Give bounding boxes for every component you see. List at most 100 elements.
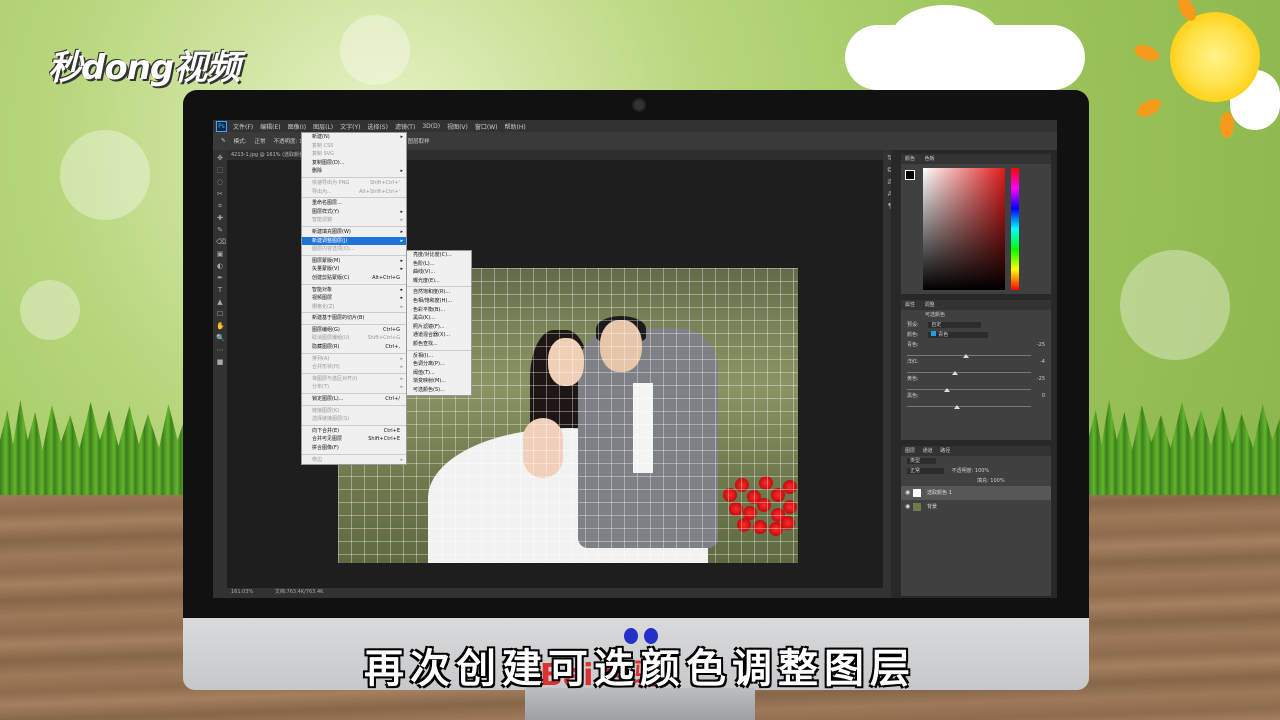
tab-properties[interactable]: 属性 [905,302,915,308]
tab-layers[interactable]: 图层 [905,448,915,454]
adjustment-menu-item[interactable]: 通道混合器(X)... [407,331,471,340]
slider-value[interactable]: -4 [1040,357,1045,367]
layer-menu-item[interactable]: 分布(T) ▸ [302,383,406,392]
adjustment-menu-item[interactable]: 照片滤镜(F)... [407,323,471,332]
layer-menu-item[interactable]: 合并可见图层 Shift+Ctrl+E [302,435,406,444]
tool-17-icon[interactable]: ■ [216,358,224,366]
layer-menu-item[interactable]: 导出为... Alt+Shift+Ctrl+' [302,188,406,197]
layer-menu-item[interactable]: 拼合图像(F) [302,444,406,453]
slider-track[interactable] [907,354,1031,358]
option-1[interactable]: 正常 [254,137,265,145]
menu-5[interactable]: 选择(S) [367,122,388,131]
menu-1[interactable]: 编辑(E) [260,122,280,131]
layer-kind-select[interactable]: 类型 [907,458,937,464]
tool-10-icon[interactable]: ✒ [216,274,224,282]
color-picker-field[interactable] [923,168,1005,290]
menu-2[interactable]: 图像(I) [288,122,306,131]
menu-4[interactable]: 文字(Y) [340,122,360,131]
layer-menu-item[interactable]: 智能滤镜 ▸ [302,216,406,225]
tool-6-icon[interactable]: ✎ [216,226,224,234]
preset-select[interactable]: 自定 [928,322,982,328]
tool-3-icon[interactable]: ✂ [216,190,224,198]
brush-tool-icon[interactable]: ✎ [221,138,226,144]
tool-9-icon[interactable]: ◐ [216,262,224,270]
menu-3[interactable]: 图层(L) [313,122,333,131]
layer-menu-item[interactable]: 复制 SVG [302,150,406,159]
slider-value[interactable]: 0 [1042,391,1045,401]
layer-menu-item[interactable]: 重命名图层... [302,199,406,208]
layer-menu-item[interactable]: 链接图层(K) [302,407,406,416]
hue-slider[interactable] [1011,168,1019,290]
layer-menu-item[interactable]: 排列(A) ▸ [302,355,406,364]
layer-menu-item[interactable]: 视频图层 ▸ [302,294,406,303]
adjustment-menu-item[interactable]: 渐变映射(M)... [407,377,471,386]
layer-menu-item[interactable]: 创建剪贴蒙版(C) Alt+Ctrl+G [302,274,406,283]
tool-11-icon[interactable]: T [216,286,224,294]
menu-0[interactable]: 文件(F) [233,122,253,131]
slider-track[interactable] [907,388,1031,392]
layer-row[interactable]: ◉ 背景 [901,500,1051,514]
foreground-swatch[interactable] [905,170,915,180]
layer-menu-item[interactable]: 合并形状(H) ▸ [302,363,406,372]
layer-menu-item[interactable]: 隐藏图层(R) Ctrl+, [302,343,406,352]
blend-mode-select[interactable]: 正常 [907,468,945,474]
layer-menu-item[interactable]: 栅格化(Z) ▸ [302,303,406,312]
layer-menu-item[interactable]: 新建(N) ▸ [302,133,406,142]
layer-menu-item[interactable]: 复制图层(D)... [302,159,406,168]
layer-menu-item[interactable]: 删除 ▸ [302,167,406,176]
visibility-eye-icon[interactable]: ◉ [905,486,910,500]
layer-menu-item[interactable]: 选择链接图层(S) [302,415,406,424]
tool-13-icon[interactable]: ☐ [216,310,224,318]
adjustment-menu-item[interactable]: 色阶(L)... [407,260,471,269]
layer-menu-item[interactable]: 图层内容选项(O)... [302,245,406,254]
adjustment-menu-item[interactable]: 反相(I)... [407,352,471,361]
tab-paths[interactable]: 路径 [940,448,950,454]
adjustment-menu-item[interactable]: 自然饱和度(R)... [407,288,471,297]
tool-14-icon[interactable]: ✋ [216,322,225,330]
fill-field[interactable]: 填充: 100% [977,478,1005,484]
layer-menu-item[interactable]: 图层样式(Y) ▸ [302,208,406,217]
tab-color[interactable]: 颜色 [905,156,915,162]
tool-16-icon[interactable]: ⋯ [216,346,224,354]
layer-menu-item[interactable]: 取消图层编组(U) Shift+Ctrl+G [302,334,406,343]
adjustment-menu-item[interactable]: 黑白(K)... [407,314,471,323]
layer-menu-item[interactable]: 图层蒙版(M) ▸ [302,257,406,266]
visibility-eye-icon[interactable]: ◉ [905,500,910,514]
menu-10[interactable]: 帮助(H) [505,122,526,131]
tab-adjustments[interactable]: 调整 [925,302,935,308]
adjustment-menu-item[interactable]: 色调分离(P)... [407,360,471,369]
slider-knob[interactable] [954,405,961,409]
slider-track[interactable] [907,405,1031,409]
layer-menu-item[interactable]: 智能对象 ▸ [302,286,406,295]
slider-value[interactable]: -25 [1037,374,1045,384]
tool-8-icon[interactable]: ▣ [216,250,224,258]
tool-0-icon[interactable]: ✥ [216,154,224,162]
layer-menu-item[interactable]: 快速导出为 PNG Shift+Ctrl+' [302,179,406,188]
opacity-field[interactable]: 不透明度: 100% [952,468,990,474]
layer-menu-item[interactable]: 矢量蒙版(V) ▸ [302,265,406,274]
adjustment-menu-item[interactable]: 曝光度(E)... [407,277,471,286]
slider-value[interactable]: -25 [1037,340,1045,350]
menu-8[interactable]: 视图(V) [447,122,468,131]
adjustment-menu-item[interactable]: 亮度/对比度(C)... [407,251,471,260]
layer-menu-item[interactable]: 修边 ▸ [302,456,406,465]
tab-channels[interactable]: 通道 [923,448,933,454]
adjustment-menu-item[interactable]: 可选颜色(S)... [407,386,471,395]
tool-7-icon[interactable]: ⌫ [216,238,226,246]
layer-menu-item[interactable]: 将图层与选区对齐(I) ▸ [302,375,406,384]
adjustment-menu-item[interactable]: 色相/饱和度(H)... [407,297,471,306]
tool-1-icon[interactable]: ⬚ [216,166,224,174]
layer-menu-item[interactable]: 复制 CSS [302,142,406,151]
layer-menu-item[interactable]: 新建调整图层(J) ▸ [302,236,406,246]
adjustment-menu-item[interactable]: 阈值(T)... [407,369,471,378]
tool-15-icon[interactable]: 🔍 [216,334,225,342]
colors-select[interactable]: 青色 [928,331,989,338]
option-0[interactable]: 模式: [234,137,247,145]
menu-9[interactable]: 窗口(W) [475,122,498,131]
layer-menu-item[interactable]: 锁定图层(L)... Ctrl+/ [302,395,406,404]
adjustment-menu-item[interactable]: 曲线(V)... [407,268,471,277]
tool-2-icon[interactable]: ◌ [216,178,224,186]
tool-4-icon[interactable]: ⌗ [216,202,224,210]
layer-menu-item[interactable]: 向下合并(E) Ctrl+E [302,427,406,436]
tool-12-icon[interactable]: ▲ [216,298,224,306]
